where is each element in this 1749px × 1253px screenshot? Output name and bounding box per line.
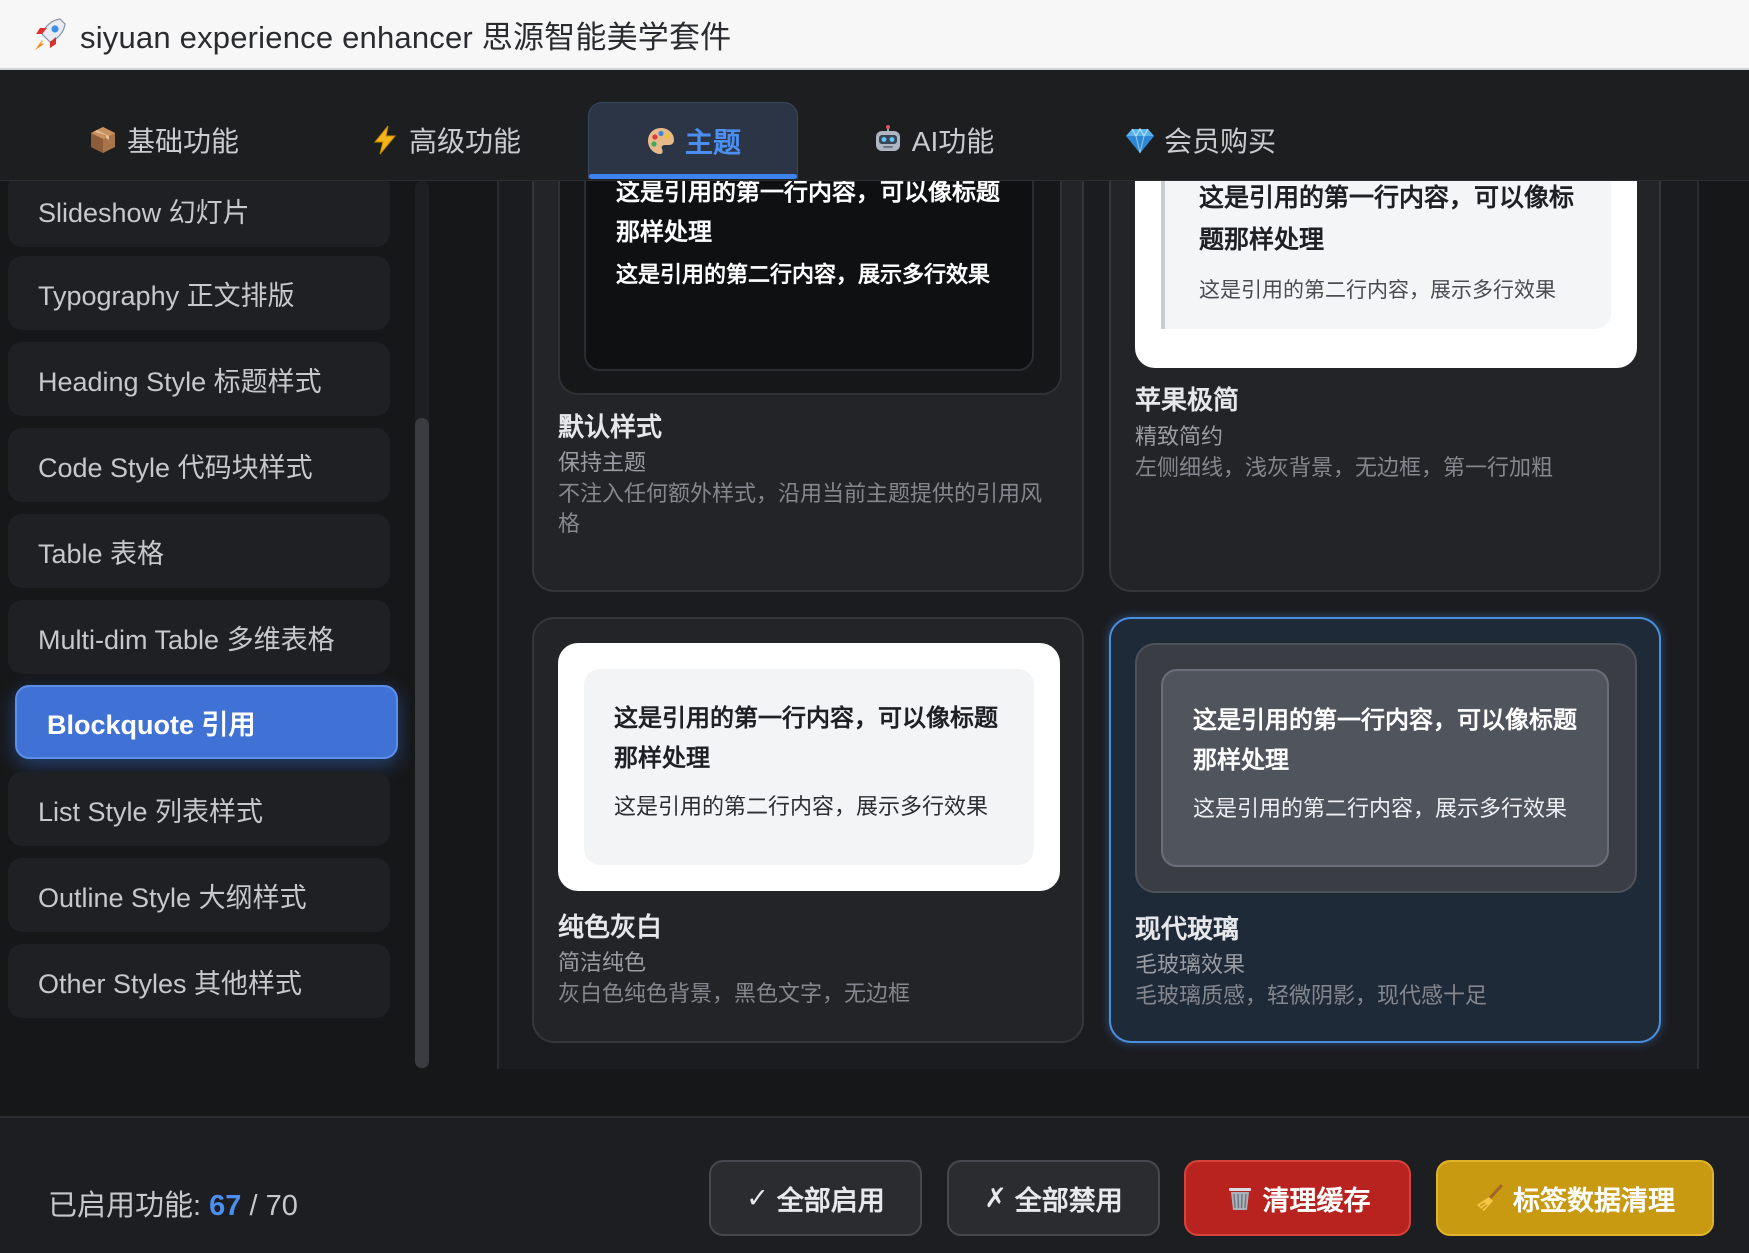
sidebar-item-heading-style[interactable]: Heading Style 标题样式 xyxy=(8,342,390,416)
tab-membership[interactable]: 会员购买 xyxy=(1120,102,1280,178)
sidebar-item-label: List Style 列表样式 xyxy=(38,796,264,827)
app-title: siyuan experience enhancer 思源智能美学套件 xyxy=(80,19,732,55)
style-card-solid-grey-white[interactable]: 这是引用的第一行内容，可以像标题那样处理 这是引用的第二行内容，展示多行效果 纯… xyxy=(532,617,1084,1043)
style-description: 毛玻璃质感，轻微阴影，现代感十足 xyxy=(1135,983,1488,1008)
sidebar-item-code-style[interactable]: Code Style 代码块样式 xyxy=(8,428,390,502)
blockquote-sample: 这是引用的第一行内容，可以像标题那样处理 这是引用的第二行内容，展示多行效果 xyxy=(1161,669,1609,867)
style-description: 不注入任何额外样式，沿用当前主题提供的引用风格 xyxy=(558,481,1043,536)
style-name: 默认样式 xyxy=(558,412,663,442)
blockquote-sample: 这是引用的第一行内容，可以像标题那样处理 这是引用的第二行内容，展示多行效果 xyxy=(1161,181,1611,329)
quote-line-1: 这是引用的第一行内容，可以像标题那样处理 xyxy=(616,181,1000,246)
style-preview: 这是引用的第一行内容，可以像标题那样处理 这是引用的第二行内容，展示多行效果 xyxy=(558,643,1060,891)
sidebar-item-label: Multi-dim Table 多维表格 xyxy=(38,624,335,655)
tab-bar: 基础功能 高级功能 主题 AI功能 会员购买 xyxy=(0,70,1749,181)
style-preview: 这是引用的第一行内容，可以像标题那样处理 这是引用的第二行内容，展示多行效果 xyxy=(558,181,1062,395)
style-name: 现代玻璃 xyxy=(1135,914,1240,944)
sidebar-item-blockquote[interactable]: Blockquote 引用 xyxy=(15,685,398,759)
style-preview: 这是引用的第一行内容，可以像标题那样处理 这是引用的第二行内容，展示多行效果 xyxy=(1135,643,1637,893)
diamond-icon xyxy=(1125,127,1154,154)
style-name: 苹果极简 xyxy=(1135,385,1240,415)
style-options-panel: 这是引用的第一行内容，可以像标题那样处理 这是引用的第二行内容，展示多行效果 默… xyxy=(497,181,1699,1069)
sidebar-item-multidim-table[interactable]: Multi-dim Table 多维表格 xyxy=(8,600,390,674)
blockquote-sample: 这是引用的第一行内容，可以像标题那样处理 这是引用的第二行内容，展示多行效果 xyxy=(584,181,1034,371)
sidebar-item-label: Heading Style 标题样式 xyxy=(38,366,322,397)
sidebar-item-typography[interactable]: Typography 正文排版 xyxy=(8,256,390,330)
quote-line-1: 这是引用的第一行内容，可以像标题那样处理 xyxy=(614,705,998,772)
title-bar: siyuan experience enhancer 思源智能美学套件 xyxy=(0,0,1749,70)
package-icon xyxy=(90,127,115,153)
total-count: 70 xyxy=(265,1190,298,1222)
robot-icon xyxy=(875,125,900,151)
quote-line-2: 这是引用的第二行内容，展示多行效果 xyxy=(616,262,991,287)
style-subtitle: 保持主题 xyxy=(558,450,647,475)
lightning-icon xyxy=(373,125,397,155)
tag-data-cleanup-button[interactable]: 标签数据清理 xyxy=(1436,1160,1714,1236)
sidebar-item-list-style[interactable]: List Style 列表样式 xyxy=(8,772,390,846)
quote-line-1: 这是引用的第一行内容，可以像标题那样处理 xyxy=(1193,707,1577,774)
tab-membership-label: 会员购买 xyxy=(1163,126,1276,157)
sidebar-item-label: Table 表格 xyxy=(38,538,165,569)
footer-bar: 已启用功能: 67 / 70 ✓ 全部启用 ✗ 全部禁用 清理缓存 标签数据清理 xyxy=(0,1116,1749,1253)
enable-all-button[interactable]: ✓ 全部启用 xyxy=(709,1160,922,1236)
disable-all-label: 全部禁用 xyxy=(1014,1185,1123,1216)
tab-theme-label: 主题 xyxy=(684,127,741,158)
sidebar-item-label: Other Styles 其他样式 xyxy=(38,968,303,999)
style-card-apple-minimal[interactable]: 这是引用的第一行内容，可以像标题那样处理 这是引用的第二行内容，展示多行效果 苹… xyxy=(1109,181,1661,592)
clear-cache-label: 清理缓存 xyxy=(1262,1185,1371,1216)
sidebar-item-slideshow[interactable]: Slideshow 幻灯片 xyxy=(8,181,390,247)
palette-icon xyxy=(647,128,674,154)
style-subtitle: 毛玻璃效果 xyxy=(1135,952,1246,977)
quote-line-2: 这是引用的第二行内容，展示多行效果 xyxy=(1193,796,1568,821)
tag-data-cleanup-label: 标签数据清理 xyxy=(1513,1185,1675,1216)
quote-line-2: 这是引用的第二行内容，展示多行效果 xyxy=(614,794,989,819)
sidebar-item-label: Blockquote 引用 xyxy=(47,709,256,740)
sidebar-scrollbar-thumb[interactable] xyxy=(415,418,429,1068)
disable-all-button[interactable]: ✗ 全部禁用 xyxy=(947,1160,1160,1236)
cross-icon: ✗ xyxy=(984,1182,1007,1213)
style-card-default[interactable]: 这是引用的第一行内容，可以像标题那样处理 这是引用的第二行内容，展示多行效果 默… xyxy=(532,181,1084,592)
tab-ai-label: AI功能 xyxy=(911,126,995,157)
tab-advanced[interactable]: 高级功能 xyxy=(360,102,530,178)
style-name: 纯色灰白 xyxy=(558,912,663,942)
tab-theme[interactable]: 主题 xyxy=(588,102,798,179)
style-description: 灰白色纯色背景，黑色文字，无边框 xyxy=(558,981,911,1006)
sidebar-item-label: Slideshow 幻灯片 xyxy=(38,197,250,228)
count-separator: / xyxy=(241,1190,266,1222)
quote-line-1: 这是引用的第一行内容，可以像标题那样处理 xyxy=(1199,184,1575,254)
tab-basic-label: 基础功能 xyxy=(126,126,239,157)
enabled-feature-count: 已启用功能: 67 / 70 xyxy=(48,1182,298,1224)
style-subtitle: 精致简约 xyxy=(1135,424,1224,449)
rocket-icon xyxy=(35,18,66,50)
enable-all-label: 全部启用 xyxy=(776,1185,885,1216)
tab-ai[interactable]: AI功能 xyxy=(868,102,998,178)
tab-advanced-label: 高级功能 xyxy=(408,126,521,157)
sidebar-item-table[interactable]: Table 表格 xyxy=(8,514,390,588)
sidebar-item-other-styles[interactable]: Other Styles 其他样式 xyxy=(8,944,390,1018)
clear-cache-button[interactable]: 清理缓存 xyxy=(1184,1160,1411,1236)
style-preview: 这是引用的第一行内容，可以像标题那样处理 这是引用的第二行内容，展示多行效果 xyxy=(1135,181,1637,368)
sidebar-item-label: Typography 正文排版 xyxy=(38,280,295,311)
blockquote-sample: 这是引用的第一行内容，可以像标题那样处理 这是引用的第二行内容，展示多行效果 xyxy=(584,669,1034,865)
sidebar: Slideshow 幻灯片 Typography 正文排版 Heading St… xyxy=(0,181,410,1069)
wastebasket-icon xyxy=(1228,1188,1251,1210)
tab-basic[interactable]: 基础功能 xyxy=(78,102,248,178)
broom-icon xyxy=(1477,1184,1503,1211)
style-description: 左侧细线，浅灰背景，无边框，第一行加粗 xyxy=(1135,455,1554,480)
quote-line-2: 这是引用的第二行内容，展示多行效果 xyxy=(1199,279,1556,302)
check-icon: ✓ xyxy=(746,1182,769,1213)
sidebar-item-label: Code Style 代码块样式 xyxy=(38,452,313,483)
style-card-modern-glass[interactable]: 这是引用的第一行内容，可以像标题那样处理 这是引用的第二行内容，展示多行效果 现… xyxy=(1109,617,1661,1043)
enabled-label: 已启用功能: xyxy=(48,1190,210,1222)
style-subtitle: 简洁纯色 xyxy=(558,950,647,975)
enabled-count: 67 xyxy=(209,1190,242,1222)
sidebar-item-label: Outline Style 大纲样式 xyxy=(38,882,307,913)
sidebar-item-outline-style[interactable]: Outline Style 大纲样式 xyxy=(8,858,390,932)
